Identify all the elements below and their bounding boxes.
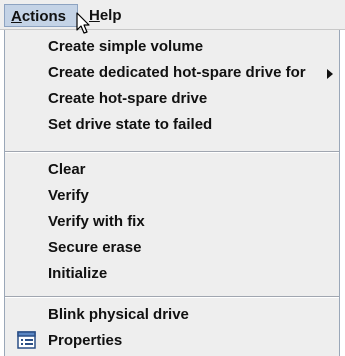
menu-item-create-simple-volume[interactable]: Create simple volume xyxy=(5,34,339,60)
menu-item-label: Create dedicated hot-spare drive for xyxy=(48,64,306,81)
menu-item-create-dedicated-hot-spare[interactable]: Create dedicated hot-spare drive for xyxy=(5,60,339,86)
menu-item-label: Verify with fix xyxy=(48,213,145,230)
menu-bar: Actions Help xyxy=(0,0,345,30)
properties-icon xyxy=(17,331,36,349)
menu-actions[interactable]: Actions xyxy=(4,4,78,27)
menu-item-verify-with-fix[interactable]: Verify with fix xyxy=(5,209,339,235)
menu-item-label: Create hot-spare drive xyxy=(48,90,208,107)
menu-item-secure-erase[interactable]: Secure erase xyxy=(5,235,339,261)
menu-item-label: Initialize xyxy=(48,265,108,282)
application-window: Actions Help Create simple volume Create… xyxy=(0,0,345,356)
menu-item-label: Blink physical drive xyxy=(48,306,189,323)
menu-item-clear[interactable]: Clear xyxy=(5,157,339,183)
menu-item-label: Set drive state to failed xyxy=(48,116,213,133)
actions-dropdown-menu: Create simple volume Create dedicated ho… xyxy=(4,30,340,356)
menu-item-set-drive-state-failed[interactable]: Set drive state to failed xyxy=(5,112,339,138)
menu-item-initialize[interactable]: Initialize xyxy=(5,261,339,287)
menu-item-label: Properties xyxy=(48,332,123,349)
submenu-arrow-icon xyxy=(327,69,333,79)
mouse-pointer-icon xyxy=(76,12,90,34)
menu-item-label: Secure erase xyxy=(48,239,142,256)
menu-item-verify[interactable]: Verify xyxy=(5,183,339,209)
menu-item-blink-physical-drive[interactable]: Blink physical drive xyxy=(5,302,339,328)
menu-separator xyxy=(5,296,339,298)
menu-help-label: elp xyxy=(99,7,122,24)
menu-item-label: Verify xyxy=(48,187,89,204)
menu-actions-label: ctions xyxy=(21,8,67,25)
menu-item-label: Create simple volume xyxy=(48,38,204,55)
menu-item-create-hot-spare-drive[interactable]: Create hot-spare drive xyxy=(5,86,339,112)
menu-actions-mnemonic: A xyxy=(11,8,22,25)
menu-item-label: Clear xyxy=(48,161,86,178)
menu-separator xyxy=(5,151,339,153)
menu-item-properties[interactable]: Properties xyxy=(5,328,339,354)
